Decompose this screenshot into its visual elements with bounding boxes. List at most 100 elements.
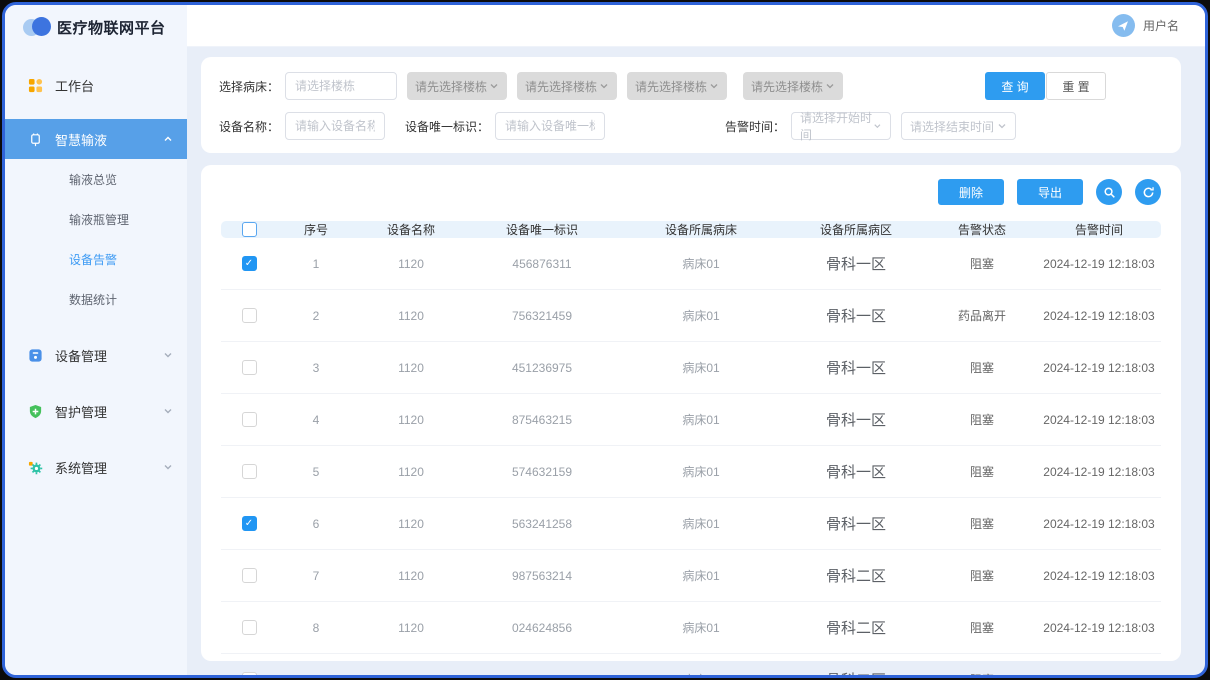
cell-seq: 6 [277, 517, 355, 531]
sidebar-item-label: 系统管理 [55, 458, 163, 477]
row-checkbox[interactable] [242, 412, 257, 427]
cell-alarm-time: 2024-12-19 12:18:03 [1037, 361, 1161, 375]
row-checkbox[interactable] [242, 620, 257, 635]
building-select-3[interactable]: 请先选择楼栋 [627, 72, 727, 100]
chevron-up-icon [163, 134, 173, 144]
sidebar-subitem-数据统计[interactable]: 数据统计 [5, 279, 187, 319]
sidebar-subitem-输液总览[interactable]: 输液总览 [5, 159, 187, 199]
search-button[interactable] [1096, 179, 1122, 205]
cell-device-uid: 756321459 [467, 309, 617, 323]
delete-button[interactable]: 删除 [938, 179, 1004, 205]
cell-alarm-time: 2024-12-19 12:18:03 [1037, 413, 1161, 427]
logo-icon [23, 17, 53, 37]
topbar: 用户名 [187, 5, 1205, 47]
cell-alarm-time: 2024-12-19 12:18:03 [1037, 517, 1161, 531]
cell-bed: 病床01 [617, 307, 785, 324]
cell-ward: 骨科一区 [785, 409, 927, 430]
table-row: 4 1120 875463215 病床01 骨科一区 阻塞 2024-12-19… [221, 394, 1161, 446]
cell-device-name: 1120 [355, 465, 467, 479]
chevron-down-icon [599, 81, 609, 91]
sidebar-item-label: 智慧输液 [55, 130, 163, 149]
sidebar: 医疗物联网平台 工作台 智慧输液 输液总览 输液瓶管理 设备告警 数据统计 [5, 5, 187, 675]
cell-seq: 4 [277, 413, 355, 427]
filter-row-bed: 选择病床： 请先选择楼栋 请先选择楼栋 请先选择楼栋 [219, 72, 1163, 100]
cell-ward: 骨科二区 [785, 617, 927, 638]
cell-alarm-time: 2024-12-19 12:18:03 [1037, 257, 1161, 271]
sidebar-item-label: 智护管理 [55, 402, 163, 421]
sidebar-item-device-management[interactable]: 设备管理 [5, 335, 187, 375]
cell-alarm-time: 2024-12-19 12:18:03 [1037, 309, 1161, 323]
sidebar-subitem-输液瓶管理[interactable]: 输液瓶管理 [5, 199, 187, 239]
chevron-down-icon [163, 462, 173, 472]
cell-device-name: 1120 [355, 257, 467, 271]
row-checkbox[interactable] [242, 672, 257, 678]
row-checkbox[interactable] [242, 464, 257, 479]
cell-bed: 病床01 [617, 463, 785, 480]
cell-device-uid: 563241258 [467, 517, 617, 531]
cell-device-name: 1120 [355, 673, 467, 679]
cell-bed: 病床01 [617, 515, 785, 532]
table-row: 7 1120 987563214 病床01 骨科二区 阻塞 2024-12-19… [221, 550, 1161, 602]
device-id-input[interactable] [495, 112, 605, 140]
chevron-down-icon [873, 121, 882, 131]
table-row: 2 1120 756321459 病床01 骨科一区 药品离开 2024-12-… [221, 290, 1161, 342]
refresh-button[interactable] [1135, 179, 1161, 205]
cell-ward: 骨科一区 [785, 357, 927, 378]
cell-bed: 病床01 [617, 411, 785, 428]
cell-ward: 骨科一区 [785, 305, 927, 326]
select-all-checkbox[interactable] [242, 222, 257, 237]
row-checkbox[interactable] [242, 360, 257, 375]
column-header: 告警状态 [927, 221, 1037, 238]
column-header: 设备所属病区 [785, 221, 927, 238]
app-title: 医疗物联网平台 [57, 17, 166, 38]
cell-bed: 病床01 [617, 671, 785, 678]
building-select-1[interactable]: 请先选择楼栋 [407, 72, 507, 100]
row-checkbox[interactable] [242, 308, 257, 323]
row-checkbox[interactable] [242, 256, 257, 271]
cell-ward: 骨科一区 [785, 253, 927, 274]
sidebar-item-care-management[interactable]: 智护管理 [5, 391, 187, 431]
reset-button[interactable]: 重 置 [1046, 72, 1106, 100]
sidebar-item-workbench[interactable]: 工作台 [5, 65, 187, 105]
sidebar-item-system-management[interactable]: 系统管理 [5, 447, 187, 487]
device-name-input[interactable] [285, 112, 385, 140]
cell-seq: 1 [277, 257, 355, 271]
table-header: 序号 设备名称 设备唯一标识 设备所属病床 设备所属病区 告警状态 告警时间 [221, 221, 1161, 238]
app-window: 医疗物联网平台 工作台 智慧输液 输液总览 输液瓶管理 设备告警 数据统计 [2, 2, 1208, 678]
query-button[interactable]: 查 询 [985, 72, 1045, 100]
end-time-picker[interactable]: 请选择结束时间 [901, 112, 1016, 140]
cell-ward: 骨科一区 [785, 461, 927, 482]
bed-filter-label: 选择病床： [219, 78, 279, 95]
sidebar-item-label: 设备管理 [55, 346, 163, 365]
bed-input[interactable] [285, 72, 397, 100]
cell-device-uid: 024624856 [467, 621, 617, 635]
sidebar-subitem-设备告警[interactable]: 设备告警 [5, 239, 187, 279]
building-select-2[interactable]: 请先选择楼栋 [517, 72, 617, 100]
cell-ward: 骨科二区 [785, 669, 927, 678]
export-button[interactable]: 导出 [1017, 179, 1083, 205]
table-row: 5 1120 574632159 病床01 骨科一区 阻塞 2024-12-19… [221, 446, 1161, 498]
paper-plane-icon [1117, 20, 1129, 32]
user-avatar[interactable] [1112, 14, 1135, 37]
row-checkbox[interactable] [242, 568, 257, 583]
cell-seq: 8 [277, 621, 355, 635]
cell-alarm-status: 阻塞 [927, 671, 1037, 678]
cell-alarm-time: 2024-12-19 12:18:03 [1037, 465, 1161, 479]
row-checkbox[interactable] [242, 516, 257, 531]
table-row: 8 1120 024624856 病床01 骨科二区 阻塞 2024-12-19… [221, 602, 1161, 654]
chevron-down-icon [709, 81, 719, 91]
building-select-4[interactable]: 请先选择楼栋 [743, 72, 843, 100]
sidebar-item-smart-infusion[interactable]: 智慧输液 [5, 119, 187, 159]
cell-bed: 病床01 [617, 255, 785, 272]
search-icon [1103, 186, 1116, 199]
cell-device-name: 1120 [355, 361, 467, 375]
chevron-down-icon [163, 406, 173, 416]
username-label: 用户名 [1143, 17, 1179, 34]
logo: 医疗物联网平台 [5, 5, 187, 49]
cell-device-uid: 987563214 [467, 569, 617, 583]
cell-alarm-time: 2024-12-19 12:18:03 [1037, 673, 1161, 679]
shield-plus-icon [27, 403, 43, 419]
chevron-down-icon [163, 350, 173, 360]
sidebar-item-label: 工作台 [55, 76, 173, 95]
start-time-picker[interactable]: 请选择开始时间 [791, 112, 891, 140]
